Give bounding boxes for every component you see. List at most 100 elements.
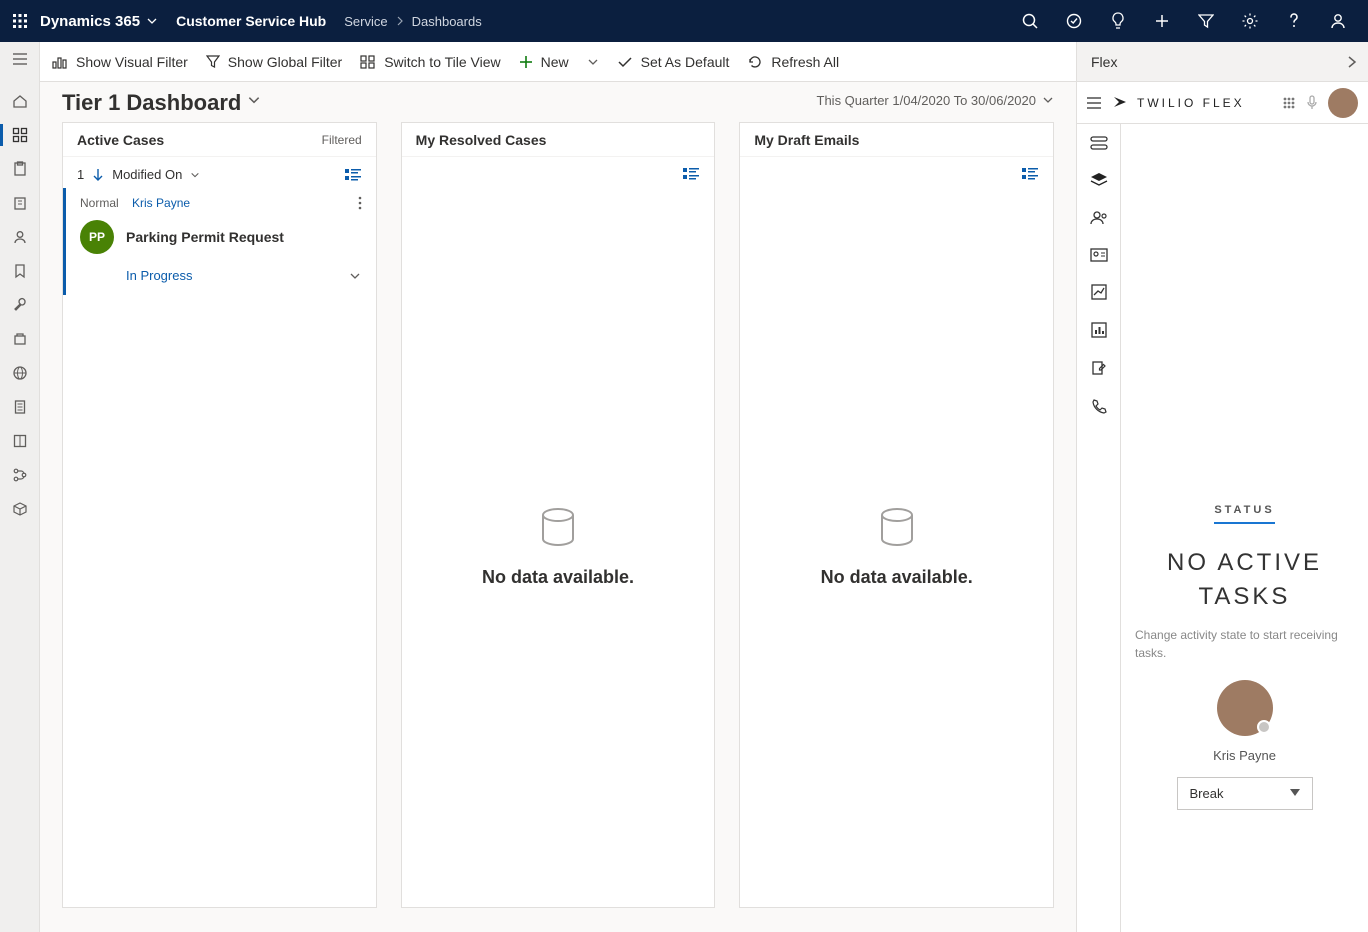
- case-list-item[interactable]: Normal Kris Payne PP Parking Permit Requ…: [63, 188, 376, 295]
- card-view-icon: [1021, 167, 1039, 181]
- building-icon: [12, 195, 28, 211]
- view-toggle-button[interactable]: [1021, 167, 1039, 181]
- waffle-icon: [12, 13, 28, 29]
- view-toggle-button[interactable]: [682, 167, 700, 181]
- tiles-icon: [360, 55, 376, 69]
- sitemap-products[interactable]: [0, 492, 40, 526]
- people-icon: [1090, 210, 1108, 226]
- advanced-filter-button[interactable]: [1184, 0, 1228, 42]
- quick-create-button[interactable]: [1140, 0, 1184, 42]
- plus-green-icon: [519, 55, 533, 69]
- switch-tile-view-button[interactable]: Switch to Tile View: [360, 54, 500, 70]
- sitemap-contacts[interactable]: [0, 220, 40, 254]
- flex-id-button[interactable]: [1090, 248, 1108, 262]
- case-priority: Normal: [80, 196, 119, 210]
- case-owner-link[interactable]: Kris Payne: [132, 196, 190, 210]
- settings-button[interactable]: [1228, 0, 1272, 42]
- card-active-cases: Active Cases Filtered 1 Modified On: [62, 122, 377, 908]
- filter-icon: [1198, 13, 1214, 29]
- case-title-row: PP Parking Permit Request: [80, 220, 362, 254]
- chevron-down-icon[interactable]: [348, 270, 362, 282]
- set-default-button[interactable]: Set As Default: [617, 54, 730, 70]
- sitemap-social[interactable]: [0, 254, 40, 288]
- dialpad-icon: [1282, 96, 1296, 110]
- flex-people-button[interactable]: [1090, 210, 1108, 226]
- card-view-icon: [344, 168, 362, 182]
- new-button[interactable]: New: [519, 54, 569, 70]
- sitemap-expand-button[interactable]: [0, 42, 40, 76]
- dashboard-title-selector[interactable]: Tier 1 Dashboard: [62, 90, 261, 110]
- app-launcher-button[interactable]: [0, 0, 40, 42]
- cmd-label: Set As Default: [641, 54, 730, 70]
- cmd-label: Show Global Filter: [228, 54, 342, 70]
- card-toolbar: 1 Modified On: [63, 157, 376, 188]
- flex-body: STATUS NO ACTIVE TASKS Change activity s…: [1077, 124, 1368, 932]
- account-button[interactable]: [1316, 0, 1360, 42]
- new-split-button[interactable]: [587, 56, 599, 68]
- sitemap-routing[interactable]: [0, 458, 40, 492]
- task-flow-button[interactable]: [1052, 0, 1096, 42]
- sitemap-cases[interactable]: [0, 288, 40, 322]
- sitemap-articles[interactable]: [0, 390, 40, 424]
- brand-label: Dynamics 365: [40, 13, 140, 30]
- chevron-right-icon[interactable]: [1346, 55, 1358, 69]
- home-icon: [12, 93, 28, 109]
- edit-doc-icon: [1091, 360, 1107, 376]
- sitemap-dashboards[interactable]: [0, 118, 40, 152]
- sitemap-knowledge[interactable]: [0, 356, 40, 390]
- more-vertical-icon[interactable]: [358, 196, 362, 210]
- mute-button[interactable]: [1306, 95, 1318, 111]
- card-toolbar: [740, 157, 1053, 187]
- brand-switcher[interactable]: Dynamics 365: [40, 13, 158, 30]
- dashboard-icon: [12, 127, 28, 143]
- dashboard-header: Tier 1 Dashboard This Quarter 1/04/2020 …: [40, 82, 1076, 110]
- case-avatar: PP: [80, 220, 114, 254]
- sitemap-home[interactable]: [0, 84, 40, 118]
- hub-title: Customer Service Hub: [176, 13, 326, 29]
- search-icon: [1021, 12, 1039, 30]
- case-status-row: In Progress: [80, 268, 362, 283]
- date-range-selector[interactable]: This Quarter 1/04/2020 To 30/06/2020: [817, 93, 1054, 108]
- agent-name: Kris Payne: [1213, 748, 1276, 763]
- cmd-label: Show Visual Filter: [76, 54, 188, 70]
- view-toggle-button[interactable]: [344, 168, 362, 182]
- sort-field-label: Modified On: [112, 167, 182, 182]
- empty-text: No data available.: [482, 567, 634, 588]
- activity-state-select[interactable]: Break: [1177, 777, 1313, 810]
- wrench-icon: [12, 297, 28, 313]
- flex-menu-button[interactable]: [1087, 97, 1101, 109]
- flex-teams-button[interactable]: [1090, 172, 1108, 188]
- command-bar: Show Visual Filter Show Global Filter Sw…: [40, 42, 1076, 82]
- sitemap-accounts[interactable]: [0, 186, 40, 220]
- sort-control[interactable]: 1 Modified On: [77, 167, 200, 182]
- search-button[interactable]: [1008, 0, 1052, 42]
- show-visual-filter-button[interactable]: Show Visual Filter: [52, 54, 188, 70]
- case-status-link[interactable]: In Progress: [126, 268, 192, 283]
- flex-notes-button[interactable]: [1091, 360, 1107, 376]
- refresh-all-button[interactable]: Refresh All: [747, 54, 839, 70]
- person-icon: [1329, 12, 1347, 30]
- flex-reports-button[interactable]: [1091, 322, 1107, 338]
- sitemap-activities[interactable]: [0, 152, 40, 186]
- flex-insights-button[interactable]: [1091, 284, 1107, 300]
- flex-tasks-button[interactable]: [1090, 136, 1108, 150]
- dialpad-button[interactable]: [1282, 96, 1296, 110]
- assistant-button[interactable]: [1096, 0, 1140, 42]
- tasks-icon: [1090, 136, 1108, 150]
- chevron-down-icon: [247, 93, 261, 107]
- layers-icon: [1090, 172, 1108, 188]
- record-count: 1: [77, 167, 84, 182]
- sitemap-queues[interactable]: [0, 322, 40, 356]
- card-header: My Resolved Cases: [402, 123, 715, 157]
- breadcrumb-area[interactable]: Service: [344, 14, 387, 29]
- help-button[interactable]: [1272, 0, 1316, 42]
- flex-user-avatar[interactable]: [1328, 88, 1358, 118]
- breadcrumb-page[interactable]: Dashboards: [412, 14, 482, 29]
- sitemap-templates[interactable]: [0, 424, 40, 458]
- globe-icon: [12, 365, 28, 381]
- no-active-tasks-hint: Change activity state to start receiving…: [1135, 627, 1354, 662]
- card-title: Active Cases: [77, 132, 164, 148]
- trend-icon: [1091, 284, 1107, 300]
- flex-call-button[interactable]: [1091, 398, 1107, 414]
- show-global-filter-button[interactable]: Show Global Filter: [206, 54, 342, 70]
